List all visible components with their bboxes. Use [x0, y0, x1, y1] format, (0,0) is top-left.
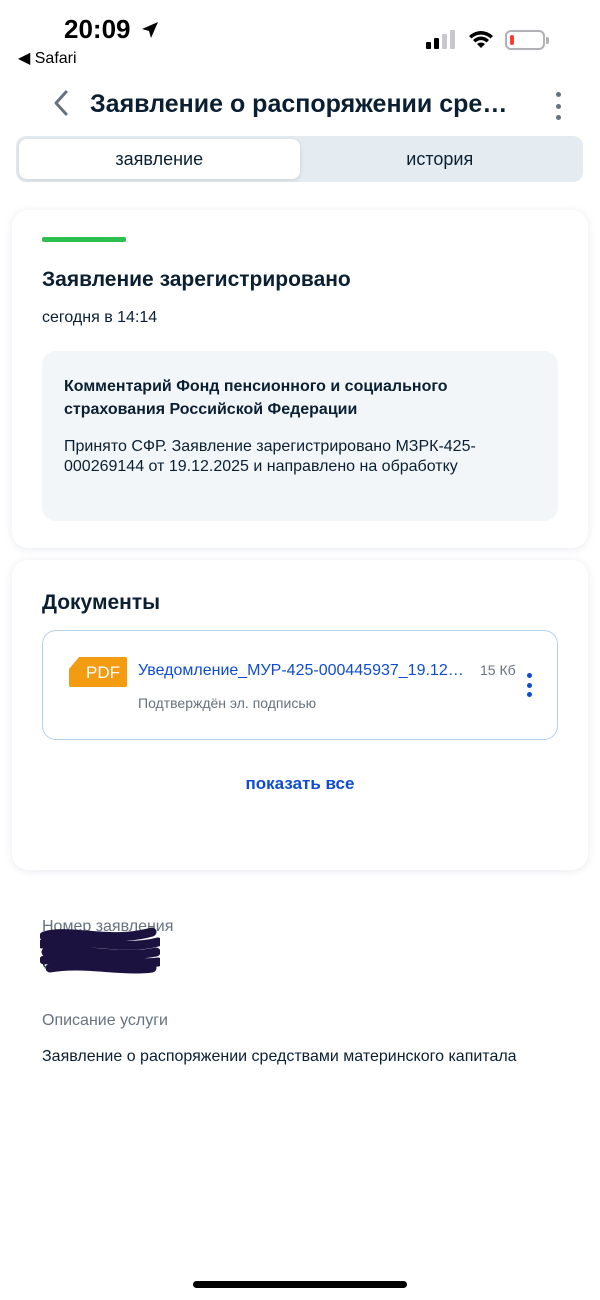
status-title: Заявление зарегистрировано	[42, 268, 351, 291]
document-signature-status: Подтверждён эл. подписью	[138, 695, 317, 711]
redaction-scribble	[40, 927, 160, 974]
pdf-badge-label: PDF	[86, 663, 120, 682]
service-description-label: Описание услуги	[42, 1012, 168, 1029]
more-options-icon[interactable]	[548, 92, 568, 120]
documents-title: Документы	[42, 591, 161, 614]
document-item[interactable]: PDF Уведомление_МУР-425-000445937_19.12.…	[42, 630, 558, 740]
tab-history[interactable]: история	[300, 139, 581, 179]
cellular-signal-icon	[426, 30, 455, 49]
back-chevron-icon[interactable]	[48, 86, 76, 120]
document-more-icon[interactable]	[525, 673, 533, 697]
status-date: сегодня в 14:14	[42, 309, 158, 326]
status-progress-bar	[42, 237, 126, 242]
wifi-icon	[469, 31, 493, 48]
status-card: Заявление зарегистрировано сегодня в 14:…	[12, 210, 588, 548]
home-indicator[interactable]	[193, 1281, 407, 1288]
document-size: 15 Кб	[480, 662, 516, 678]
status-bar: 20:09 ◀ Safari	[0, 0, 600, 70]
comment-box: Комментарий Фонд пенсионного и социально…	[42, 351, 558, 521]
service-description-value: Заявление о распоряжении средствами мате…	[42, 1048, 517, 1065]
battery-icon	[505, 30, 549, 50]
page-title: Заявление о распоряжении средствами мате…	[90, 90, 520, 118]
comment-title: Комментарий Фонд пенсионного и социально…	[64, 378, 448, 418]
pdf-file-icon: PDF	[69, 657, 127, 687]
show-all-link[interactable]: показать все	[12, 774, 588, 794]
tab-bar: заявление история	[16, 136, 583, 182]
tab-application[interactable]: заявление	[19, 139, 300, 179]
documents-card: Документы PDF Уведомление_МУР-425-000445…	[12, 560, 588, 870]
document-name-link[interactable]: Уведомление_МУР-425-000445937_19.12.2025…	[138, 662, 468, 680]
page-header: Заявление о распоряжении средствами мате…	[0, 80, 600, 130]
back-to-safari-link[interactable]: ◀ Safari	[18, 48, 77, 68]
status-time: 20:09	[64, 14, 131, 44]
comment-text: Принято СФР. Заявление зарегистрировано …	[64, 438, 476, 475]
location-arrow-icon	[142, 22, 158, 38]
